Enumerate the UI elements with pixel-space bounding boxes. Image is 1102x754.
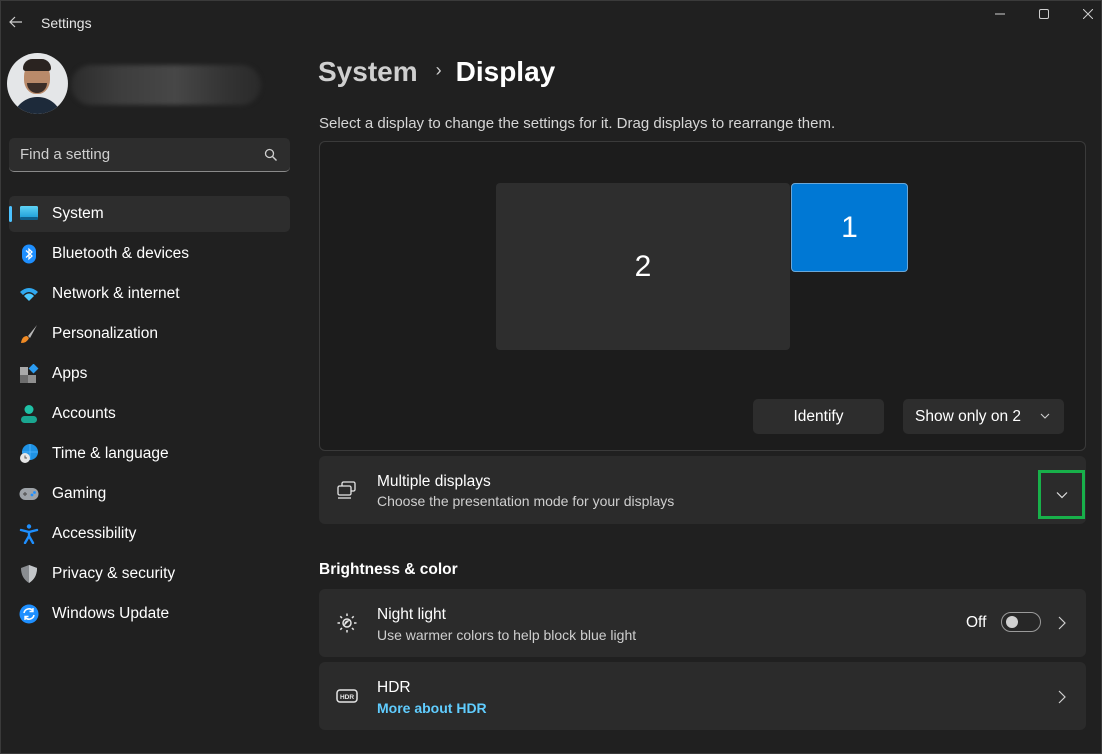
section-brightness-color: Brightness & color — [319, 561, 458, 578]
sidebar-item-label: Apps — [52, 365, 88, 382]
sidebar-item-label: Gaming — [52, 485, 107, 502]
wifi-icon — [20, 288, 38, 301]
settings-window: Settings System Bluetooth — [0, 0, 1102, 754]
monitor-2[interactable]: 2 — [496, 183, 790, 350]
multiple-displays-card[interactable]: Multiple displays Choose the presentatio… — [319, 456, 1086, 524]
sidebar-item-bluetooth[interactable]: Bluetooth & devices — [9, 236, 290, 272]
back-button[interactable] — [5, 11, 27, 33]
sidebar-item-personalization[interactable]: Personalization — [9, 316, 290, 352]
arrow-left-icon — [9, 16, 22, 28]
globe-clock-icon — [20, 444, 38, 463]
sidebar-item-label: Privacy & security — [52, 565, 176, 582]
sidebar-item-label: Accessibility — [52, 525, 137, 542]
minimize-icon — [995, 13, 1005, 15]
accessibility-icon — [19, 524, 39, 544]
search-input[interactable] — [9, 138, 290, 171]
sidebar-item-gaming[interactable]: Gaming — [9, 476, 290, 512]
sidebar-item-privacy[interactable]: Privacy & security — [9, 556, 290, 592]
sidebar-item-label: Personalization — [52, 325, 158, 342]
bluetooth-icon — [22, 244, 36, 264]
toggle-knob — [1006, 616, 1018, 628]
maximize-icon — [1039, 9, 1049, 19]
sidebar-item-label: Accounts — [52, 405, 116, 422]
sidebar-item-label: System — [52, 205, 104, 222]
sidebar-item-time-language[interactable]: Time & language — [9, 436, 290, 472]
avatar — [7, 53, 68, 114]
sidebar-item-accessibility[interactable]: Accessibility — [9, 516, 290, 552]
display-arrangement-hint: Select a display to change the settings … — [319, 115, 836, 132]
shield-icon — [21, 565, 37, 583]
update-icon — [19, 604, 39, 624]
night-light-subtitle: Use warmer colors to help block blue lig… — [377, 627, 637, 643]
chevron-right-icon[interactable] — [1056, 616, 1068, 630]
multiple-displays-subtitle: Choose the presentation mode for your di… — [377, 493, 675, 509]
night-light-card[interactable]: Night light Use warmer colors to help bl… — [319, 589, 1086, 657]
apps-icon — [20, 364, 39, 383]
breadcrumb-parent[interactable]: System — [318, 56, 418, 88]
search-icon[interactable] — [264, 148, 278, 162]
app-title: Settings — [41, 15, 92, 31]
person-icon — [21, 405, 37, 423]
sidebar-item-network[interactable]: Network & internet — [9, 276, 290, 312]
monitor-number: 1 — [841, 210, 858, 244]
maximize-button[interactable] — [1029, 3, 1059, 25]
svg-text:HDR: HDR — [340, 694, 354, 701]
sidebar-item-label: Bluetooth & devices — [52, 245, 190, 262]
chevron-right-icon[interactable] — [1056, 690, 1068, 704]
minimize-button[interactable] — [985, 3, 1015, 25]
sidebar-item-windows-update[interactable]: Windows Update — [9, 596, 290, 632]
multiple-displays-title: Multiple displays — [377, 473, 491, 490]
user-name-redacted — [71, 65, 261, 105]
hdr-title: HDR — [377, 679, 411, 696]
title-bar: Settings — [1, 1, 1101, 45]
sidebar-item-accounts[interactable]: Accounts — [9, 396, 290, 432]
projection-mode-dropdown[interactable]: Show only on 2 — [903, 399, 1064, 434]
chevron-down-icon — [1056, 491, 1067, 498]
night-light-state: Off — [966, 614, 987, 631]
chevron-down-icon — [1040, 413, 1050, 419]
breadcrumb-separator-icon: › — [435, 59, 442, 80]
breadcrumb: System › Display — [318, 56, 555, 88]
night-light-title: Night light — [377, 606, 446, 623]
sidebar-item-label: Network & internet — [52, 285, 180, 302]
close-icon — [1083, 9, 1093, 19]
display-arrangement-panel: 2 1 Identify Show only on 2 — [319, 141, 1086, 451]
monitor-1[interactable]: 1 — [791, 183, 908, 272]
sidebar-item-system[interactable]: System — [9, 196, 290, 232]
sidebar-nav: System Bluetooth & devices Network & int… — [9, 196, 290, 636]
hdr-card[interactable]: HDR HDR More about HDR — [319, 662, 1086, 730]
projection-mode-value: Show only on 2 — [915, 407, 1021, 425]
system-icon — [20, 206, 38, 220]
close-button[interactable] — [1073, 3, 1102, 25]
expand-multiple-displays-button[interactable] — [1038, 470, 1085, 519]
multiple-displays-icon — [337, 481, 356, 499]
sidebar-item-label: Time & language — [52, 445, 169, 462]
search-box[interactable] — [9, 138, 290, 172]
hdr-icon: HDR — [336, 689, 358, 703]
night-light-toggle[interactable] — [1001, 612, 1041, 632]
page-title: Display — [455, 56, 556, 87]
sidebar-item-label: Windows Update — [52, 605, 170, 622]
brush-icon — [21, 325, 37, 343]
identify-button[interactable]: Identify — [753, 399, 884, 434]
more-about-hdr-link[interactable]: More about HDR — [377, 700, 487, 716]
sidebar-item-apps[interactable]: Apps — [9, 356, 290, 392]
gamepad-icon — [19, 488, 39, 500]
night-light-icon — [337, 613, 357, 633]
monitor-number: 2 — [634, 249, 652, 283]
